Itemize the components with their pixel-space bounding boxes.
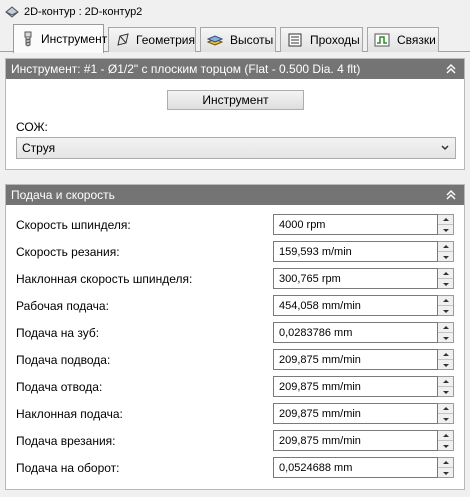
row-label: Подача на зуб: — [16, 326, 100, 340]
tab-geometry[interactable]: Геометрия — [108, 27, 196, 52]
spin-down[interactable] — [438, 468, 453, 478]
spin-up[interactable] — [438, 350, 453, 360]
tool-icon — [20, 31, 36, 47]
spin-down[interactable] — [438, 360, 453, 370]
tool-panel-header[interactable]: Инструмент: #1 - Ø1/2" с плоским торцом … — [6, 59, 464, 79]
tool-panel: Инструмент: #1 - Ø1/2" с плоским торцом … — [5, 58, 465, 170]
tab-label: Высоты — [230, 33, 274, 47]
spin-up[interactable] — [438, 323, 453, 333]
collapse-icon[interactable] — [444, 188, 458, 202]
feed-panel-header[interactable]: Подача и скорость — [6, 185, 464, 205]
coolant-label: СОЖ: — [16, 120, 48, 134]
spin-down[interactable] — [438, 414, 453, 424]
tab-label: Связки — [397, 33, 436, 47]
cutting-speed-input[interactable]: 159,593 m/min — [273, 241, 438, 262]
title-bar: 2D-контур : 2D-контур2 — [0, 0, 470, 24]
spin-up[interactable] — [438, 269, 453, 279]
spin-buttons[interactable] — [438, 349, 454, 370]
cutting-speed-row: Скорость резания: 159,593 m/min — [6, 241, 466, 263]
chevron-down-icon — [441, 145, 449, 151]
row-label: Скорость шпинделя: — [16, 218, 131, 232]
spin-buttons[interactable] — [438, 376, 454, 397]
coolant-select[interactable]: Струя — [16, 137, 456, 159]
feed-per-tooth-row: Подача на зуб: 0,0283786 mm — [6, 322, 466, 344]
geometry-icon — [115, 32, 131, 48]
app-icon — [5, 6, 19, 18]
spin-up[interactable] — [438, 458, 453, 468]
tab-heights[interactable]: Высоты — [200, 27, 276, 52]
row-label: Рабочая подача: — [16, 299, 109, 313]
ramp-spindle-speed-row: Наклонная скорость шпинделя: 300,765 rpm — [6, 268, 466, 290]
row-label: Скорость резания: — [16, 245, 120, 259]
row-label: Подача отвода: — [16, 380, 103, 394]
spin-down[interactable] — [438, 252, 453, 262]
spin-up[interactable] — [438, 404, 453, 414]
feed-panel-title: Подача и скорость — [11, 188, 115, 202]
row-label: Подача врезания: — [16, 434, 116, 448]
spin-buttons[interactable] — [438, 268, 454, 289]
spin-buttons[interactable] — [438, 241, 454, 262]
lead-in-feedrate-row: Подача подвода: 209,875 mm/min — [6, 349, 466, 371]
tab-linking[interactable]: Связки — [367, 27, 439, 52]
row-label: Подача на оборот: — [16, 461, 120, 475]
tab-bar: Инструмент Геометрия Высоты Проходы Связ… — [0, 24, 470, 53]
ramp-feedrate-input[interactable]: 209,875 mm/min — [273, 403, 438, 424]
spin-buttons[interactable] — [438, 214, 454, 235]
tab-passes[interactable]: Проходы — [280, 27, 363, 52]
coolant-value: Струя — [22, 141, 56, 155]
spindle-speed-row: Скорость шпинделя: 4000 rpm — [6, 214, 466, 236]
spin-down[interactable] — [438, 225, 453, 235]
collapse-icon[interactable] — [444, 62, 458, 76]
spin-down[interactable] — [438, 387, 453, 397]
linking-icon — [374, 32, 392, 48]
spin-down[interactable] — [438, 333, 453, 343]
feed-speed-panel: Подача и скорость Скорость шпинделя: 400… — [5, 184, 465, 490]
tab-label: Проходы — [310, 33, 360, 47]
lead-in-feedrate-input[interactable]: 209,875 mm/min — [273, 349, 438, 370]
spin-down[interactable] — [438, 279, 453, 289]
passes-icon — [287, 32, 305, 48]
cutting-feedrate-input[interactable]: 454,058 mm/min — [273, 295, 438, 316]
ramp-feedrate-row: Наклонная подача: 209,875 mm/min — [6, 403, 466, 425]
spin-buttons[interactable] — [438, 457, 454, 478]
spin-up[interactable] — [438, 215, 453, 225]
feed-per-tooth-input[interactable]: 0,0283786 mm — [273, 322, 438, 343]
lead-out-feedrate-row: Подача отвода: 209,875 mm/min — [6, 376, 466, 398]
plunge-feedrate-input[interactable]: 209,875 mm/min — [273, 430, 438, 451]
spindle-speed-input[interactable]: 4000 rpm — [273, 214, 438, 235]
tool-button[interactable]: Инструмент — [167, 90, 304, 110]
spin-up[interactable] — [438, 377, 453, 387]
spin-buttons[interactable] — [438, 430, 454, 451]
row-label: Наклонная скорость шпинделя: — [16, 272, 193, 286]
spin-buttons[interactable] — [438, 322, 454, 343]
heights-icon — [207, 32, 225, 48]
spin-buttons[interactable] — [438, 295, 454, 316]
window-title: 2D-контур : 2D-контур2 — [24, 6, 143, 18]
ramp-spindle-speed-input[interactable]: 300,765 rpm — [273, 268, 438, 289]
row-label: Подача подвода: — [16, 353, 111, 367]
spin-buttons[interactable] — [438, 403, 454, 424]
spin-up[interactable] — [438, 431, 453, 441]
spin-down[interactable] — [438, 306, 453, 316]
tool-panel-title: Инструмент: #1 - Ø1/2" с плоским торцом … — [11, 62, 361, 76]
plunge-feedrate-row: Подача врезания: 209,875 mm/min — [6, 430, 466, 452]
tab-tool[interactable]: Инструмент — [13, 24, 108, 53]
lead-out-feedrate-input[interactable]: 209,875 mm/min — [273, 376, 438, 397]
spin-up[interactable] — [438, 242, 453, 252]
row-label: Наклонная подача: — [16, 407, 123, 421]
tab-label: Геометрия — [136, 33, 195, 47]
cutting-feedrate-row: Рабочая подача: 454,058 mm/min — [6, 295, 466, 317]
feed-per-revolution-input[interactable]: 0,0524688 mm — [273, 457, 438, 478]
spin-down[interactable] — [438, 441, 453, 451]
tab-label: Инструмент — [41, 32, 108, 46]
feed-per-revolution-row: Подача на оборот: 0,0524688 mm — [6, 457, 466, 479]
spin-up[interactable] — [438, 296, 453, 306]
